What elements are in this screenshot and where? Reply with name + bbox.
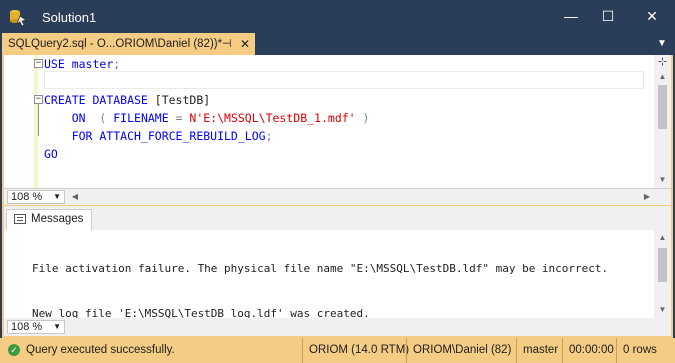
status-database: master [516, 338, 562, 363]
code-line[interactable]: USE master; [44, 55, 369, 73]
results-vertical-scrollbar[interactable]: ▲ ▼ [654, 230, 671, 318]
title-bar: Solution1 — ☐ ✕ [0, 0, 675, 33]
maximize-button[interactable]: ☐ [591, 0, 625, 33]
success-check-icon: ✓ [8, 344, 20, 356]
tab-messages[interactable]: Messages [6, 209, 92, 230]
tab-label: SQLQuery2.sql - O...ORIOM\Daniel (82))* [8, 38, 223, 50]
chevron-down-icon: ▼ [53, 322, 61, 331]
editor-horizontal-scrollbar[interactable]: ◀ ▶ [68, 189, 654, 205]
status-elapsed-time: 00:00:00 [562, 338, 616, 363]
code-token: ) [362, 111, 370, 125]
code-token: ON [44, 111, 100, 125]
fold-guide-line [38, 104, 39, 136]
tab-sqlquery2[interactable]: SQLQuery2.sql - O...ORIOM\Daniel (82))* … [2, 33, 255, 55]
editor-zoom-bar: 108 % ▼ ◀ ▶ [4, 188, 671, 205]
fold-collapse-icon[interactable]: − [34, 95, 43, 104]
scroll-thumb[interactable] [658, 85, 667, 129]
code-token: USE [44, 57, 72, 71]
status-user: ORIOM\Daniel (82) [406, 338, 516, 363]
scroll-up-icon[interactable]: ▲ [654, 71, 671, 83]
code-token: master [71, 57, 114, 71]
code-token: ( [99, 111, 114, 125]
code-token: N'E:\MSSQL\TestDB_1.mdf' [189, 111, 363, 125]
code-token: DATABASE [92, 93, 155, 107]
code-text[interactable]: USE master; CREATE DATABASE [TestDB] ON (… [44, 55, 369, 163]
fold-collapse-icon[interactable]: − [34, 59, 43, 68]
code-line[interactable]: ON ( FILENAME = N'E:\MSSQL\TestDB_1.mdf'… [44, 109, 370, 127]
scroll-right-icon[interactable]: ▶ [640, 189, 654, 205]
code-token: GO [44, 147, 58, 161]
results-pane: Messages File activation failure. The ph… [4, 206, 671, 336]
results-zoom-bar: 108 % ▼ [4, 318, 671, 336]
code-line[interactable] [44, 73, 369, 91]
scroll-up-icon[interactable]: ▲ [654, 232, 671, 244]
results-tab-strip: Messages [4, 206, 671, 230]
code-token: = [175, 111, 190, 125]
code-token: FILENAME [113, 111, 176, 125]
split-window-icon[interactable]: ⊹ [654, 55, 671, 69]
messages-icon [14, 214, 26, 224]
close-tab-icon[interactable]: ✕ [240, 33, 250, 55]
status-message: Query executed successfully. [26, 344, 175, 356]
status-server: ORIOM (14.0 RTM) [302, 338, 409, 363]
status-bar: ✓ Query executed successfully. ORIOM (14… [0, 338, 675, 363]
code-token: CREATE [44, 93, 93, 107]
code-token: FOR ATTACH_FORCE_REBUILD_LOG [44, 129, 266, 143]
status-row-count: 0 rows [616, 338, 675, 363]
chevron-down-icon: ▼ [53, 192, 61, 201]
results-zoom-select[interactable]: 108 % ▼ [7, 320, 65, 334]
minimize-button[interactable]: — [554, 0, 588, 33]
document-tab-strip: SQLQuery2.sql - O...ORIOM\Daniel (82))* … [0, 33, 675, 55]
zoom-value: 108 % [11, 191, 43, 203]
code-line[interactable]: GO [44, 145, 369, 163]
scroll-down-icon[interactable]: ▼ [654, 304, 671, 316]
window-title: Solution1 [42, 10, 97, 25]
code-token: ; [113, 57, 121, 71]
editor-zoom-select[interactable]: 108 % ▼ [7, 190, 65, 204]
code-line[interactable]: FOR ATTACH_FORCE_REBUILD_LOG; [44, 127, 369, 145]
tab-messages-label: Messages [31, 213, 84, 225]
scroll-left-icon[interactable]: ◀ [68, 189, 82, 205]
editor-vertical-scrollbar[interactable]: ⊹ ▲ ▼ [654, 55, 671, 188]
ssms-app-icon [10, 10, 27, 27]
tab-dropdown-icon[interactable]: ▼ [652, 33, 672, 55]
scroll-thumb[interactable] [658, 248, 667, 282]
close-window-button[interactable]: ✕ [635, 0, 669, 33]
zoom-value: 108 % [11, 321, 43, 333]
code-line[interactable]: CREATE DATABASE [TestDB] [44, 91, 369, 109]
query-editor[interactable]: − − USE master; CREATE DATABASE [TestDB] … [4, 55, 671, 188]
message-line: File activation failure. The physical fi… [32, 262, 609, 275]
code-token: [TestDB] [154, 93, 211, 107]
pin-tab-icon[interactable]: ⊣ [222, 33, 232, 55]
scroll-down-icon[interactable]: ▼ [654, 174, 671, 186]
code-token: ; [265, 129, 273, 143]
